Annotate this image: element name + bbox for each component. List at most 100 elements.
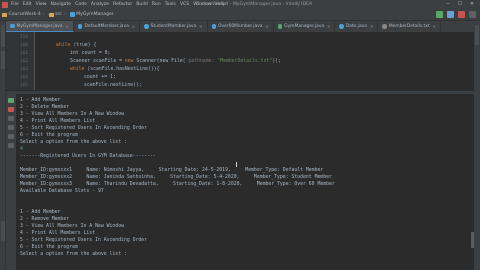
tab-label: Date.java — [345, 24, 367, 29]
java-class-icon — [144, 24, 149, 29]
breadcrumb-label: src — [55, 12, 62, 17]
breadcrumb-file[interactable]: MyGymManager — [69, 12, 114, 17]
close-icon[interactable]: ✕ — [265, 24, 268, 29]
code-token: int count = 0; — [70, 51, 111, 56]
toolbar-actions — [436, 11, 476, 18]
line-number: 165 — [19, 83, 28, 88]
run-tool-window: 1 - Add Member 2 - Delete Member 3 - Vie… — [6, 91, 474, 270]
structure-tool-tab[interactable] — [0, 51, 5, 69]
console-line: 1 - Add Member — [20, 210, 61, 215]
clear-icon[interactable] — [8, 143, 14, 148]
console-scrollbar[interactable] — [471, 232, 474, 248]
menu-refactor[interactable]: Refactor — [113, 2, 132, 7]
close-icon[interactable]: ✕ — [433, 24, 436, 29]
breadcrumb-project[interactable]: CourseWork-4 › — [2, 12, 47, 17]
console-line: Available Database Slots - 97 — [20, 189, 104, 194]
console-line: Select a option from the above list : — [20, 252, 127, 257]
code-token: count += 1; — [84, 75, 116, 80]
java-class-icon — [339, 24, 344, 29]
folder-icon — [48, 12, 54, 17]
code-token: )); — [272, 59, 281, 64]
close-icon[interactable]: ✕ — [132, 24, 135, 29]
menu-run[interactable]: Run — [152, 2, 161, 7]
java-class-icon — [211, 24, 217, 29]
stop-icon[interactable] — [458, 11, 465, 18]
console-line: 2 - Delete Member — [20, 105, 70, 110]
project-tool-tab[interactable] — [0, 25, 5, 47]
stop-icon[interactable] — [8, 107, 14, 112]
code-line: while (scanFile.hasNextLine()){ — [70, 67, 160, 72]
maximize-icon[interactable]: ☐ — [454, 1, 466, 8]
code-token: while — [56, 43, 71, 48]
close-icon[interactable]: ✕ — [199, 24, 202, 29]
search-icon[interactable] — [469, 11, 476, 18]
breadcrumb-label: CourseWork-4 — [8, 12, 41, 17]
tab-gymmanager[interactable]: GymManager.java ✕ — [274, 21, 336, 32]
code-token: Scanner(new File( — [133, 59, 189, 64]
java-class-icon — [10, 23, 15, 29]
close-icon[interactable]: ✕ — [66, 24, 69, 29]
menu-file[interactable]: File — [11, 2, 19, 7]
console-line: 3 - View All Members In A New Window — [20, 224, 124, 229]
code-line: count += 1; — [84, 75, 116, 80]
console-line: 6 - Exit the program — [20, 133, 78, 138]
interface-icon — [277, 24, 283, 29]
console-output[interactable]: 1 - Add Member 2 - Delete Member 3 - Vie… — [20, 96, 460, 270]
code-token: scanFile.nextLine(); — [84, 83, 142, 88]
menu-edit[interactable]: Edit — [23, 2, 32, 7]
console-line: Member_ID:gymxxxx1 Name: Nimoshi Jayya, … — [20, 168, 324, 173]
code-editor[interactable]: 159 160 161 162 163 164 165 while (true)… — [6, 32, 474, 90]
console-line: Select a option from the above list : — [20, 140, 127, 145]
code-token: while — [70, 67, 85, 72]
close-icon[interactable]: ✕ — [327, 24, 330, 29]
menu-navigate[interactable]: Navigate — [51, 2, 72, 7]
code-line: int count = 0; — [70, 51, 110, 56]
scroll-to-end-icon[interactable] — [8, 116, 14, 121]
console-line: 3 - View All Members In A New Window — [20, 112, 124, 117]
console-line: 6 - Exit the program — [20, 245, 78, 250]
debug-icon[interactable] — [447, 11, 454, 18]
menu-build[interactable]: Build — [136, 2, 148, 7]
run-icon[interactable] — [436, 11, 443, 18]
mouse-cursor — [236, 162, 237, 167]
tab-date[interactable]: Date.java ✕ — [335, 21, 379, 32]
print-icon[interactable] — [8, 134, 14, 139]
soft-wrap-icon[interactable] — [8, 125, 14, 130]
line-number: 159 — [19, 35, 28, 40]
java-class-icon — [69, 12, 75, 17]
favorites-tool-tab[interactable] — [0, 221, 5, 241]
code-token: (scanFile.hasNextLine()){ — [84, 67, 160, 72]
run-toolbar — [6, 94, 16, 270]
line-number: 160 — [19, 43, 28, 48]
tab-memberdetails[interactable]: MemberDetails.txt ✕ — [378, 21, 441, 32]
close-icon[interactable]: ✕ — [466, 1, 478, 8]
minimize-icon[interactable]: ─ — [442, 1, 454, 8]
console-line: 5 - Sort Registered Users In Ascending O… — [20, 238, 148, 243]
menu-view[interactable]: View — [36, 2, 47, 7]
breadcrumb-src[interactable]: src › — [48, 12, 68, 17]
console-line: 4 - Print All Members List — [20, 119, 96, 124]
tab-studentmember[interactable]: StudentMember.java ✕ — [140, 21, 208, 32]
menu-tools[interactable]: Tools — [165, 2, 176, 7]
java-class-icon — [77, 24, 83, 29]
tab-mygymmanager[interactable]: MyGymManager.java ✕ — [6, 21, 74, 32]
close-icon[interactable]: ✕ — [370, 24, 373, 29]
intellij-logo-icon — [2, 1, 8, 8]
breadcrumb-label: MyGymManager — [76, 12, 114, 17]
database-tool-tab[interactable] — [475, 25, 479, 45]
tab-over60member[interactable]: Over60Member.java ✕ — [208, 21, 274, 32]
menu-code[interactable]: Code — [75, 2, 87, 7]
menu-vcs[interactable]: VCS — [180, 2, 189, 7]
tab-label: DefaultMember.java — [84, 24, 129, 29]
tab-defaultmember[interactable]: DefaultMember.java ✕ — [74, 21, 141, 32]
menu-analyze[interactable]: Analyze — [91, 2, 109, 7]
code-line: while (true) { — [56, 43, 96, 48]
console-line: 1 - Add Member — [20, 98, 61, 103]
rerun-icon[interactable] — [8, 98, 14, 103]
menu-bar: File Edit View Navigate Code Analyze Ref… — [0, 0, 480, 9]
code-token: Scanner scanFile = — [70, 59, 125, 64]
line-number: 164 — [19, 75, 28, 80]
tab-label: MyGymManager.java — [16, 23, 63, 29]
chevron-right-icon: › — [63, 12, 66, 17]
code-token: (true) { — [70, 43, 97, 48]
